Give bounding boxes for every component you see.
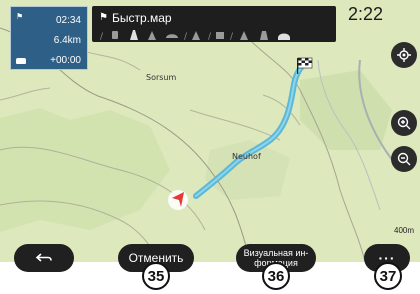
- flag-icon: ⚑: [99, 12, 108, 23]
- permit-icon: [216, 32, 224, 39]
- map-scale: 400m: [394, 226, 415, 235]
- route-delay: +00:00: [50, 55, 81, 66]
- route-options-icons: / / / /: [100, 30, 290, 42]
- seasonal-icon: [240, 31, 248, 40]
- return-arrow-icon: [35, 253, 52, 262]
- route-time: 02:34: [55, 15, 81, 26]
- zoom-out-button[interactable]: [391, 146, 417, 172]
- zoom-out-icon: [397, 152, 411, 166]
- highway-icon: [130, 30, 138, 40]
- route-summary-panel[interactable]: ⚑ 02:34 6.4km +00:00: [10, 6, 88, 70]
- callout-36: 36: [262, 262, 290, 290]
- ferry-icon: [166, 34, 178, 38]
- callout-35: 35: [142, 262, 170, 290]
- flag-icon: ⚑: [16, 12, 24, 21]
- car-icon: [16, 58, 26, 64]
- recenter-button[interactable]: [391, 42, 417, 68]
- zoom-in-icon: [397, 116, 411, 130]
- zoom-in-button[interactable]: [391, 110, 417, 136]
- toll-icon: [112, 31, 118, 39]
- svg-text:/: /: [230, 32, 234, 42]
- svg-text:/: /: [184, 32, 188, 42]
- map-label-neuhof: Neuhof: [232, 152, 261, 161]
- clock: 2:22: [348, 4, 384, 24]
- route-type-title: Быстр.мар: [112, 11, 172, 25]
- car-train-icon: [278, 33, 290, 40]
- vehicle-position-icon: [168, 190, 188, 210]
- svg-text:/: /: [208, 32, 212, 42]
- callout-37: 37: [374, 262, 402, 290]
- route-distance: 6.4km: [53, 35, 81, 46]
- navigation-screen: Sorsum Neuhof ⚑ 02:34 6.4km +00:00 ⚑ Быс…: [0, 0, 420, 262]
- route-type-banner[interactable]: ⚑ Быстр.мар / / / /: [92, 6, 336, 42]
- hov-icon: [260, 31, 268, 40]
- map-label-sorsum: Sorsum: [146, 73, 177, 82]
- unpaved-icon: [192, 31, 200, 40]
- back-button[interactable]: [14, 244, 74, 272]
- tunnel-icon: [148, 31, 156, 40]
- svg-text:/: /: [100, 32, 104, 42]
- locate-icon: [397, 48, 411, 62]
